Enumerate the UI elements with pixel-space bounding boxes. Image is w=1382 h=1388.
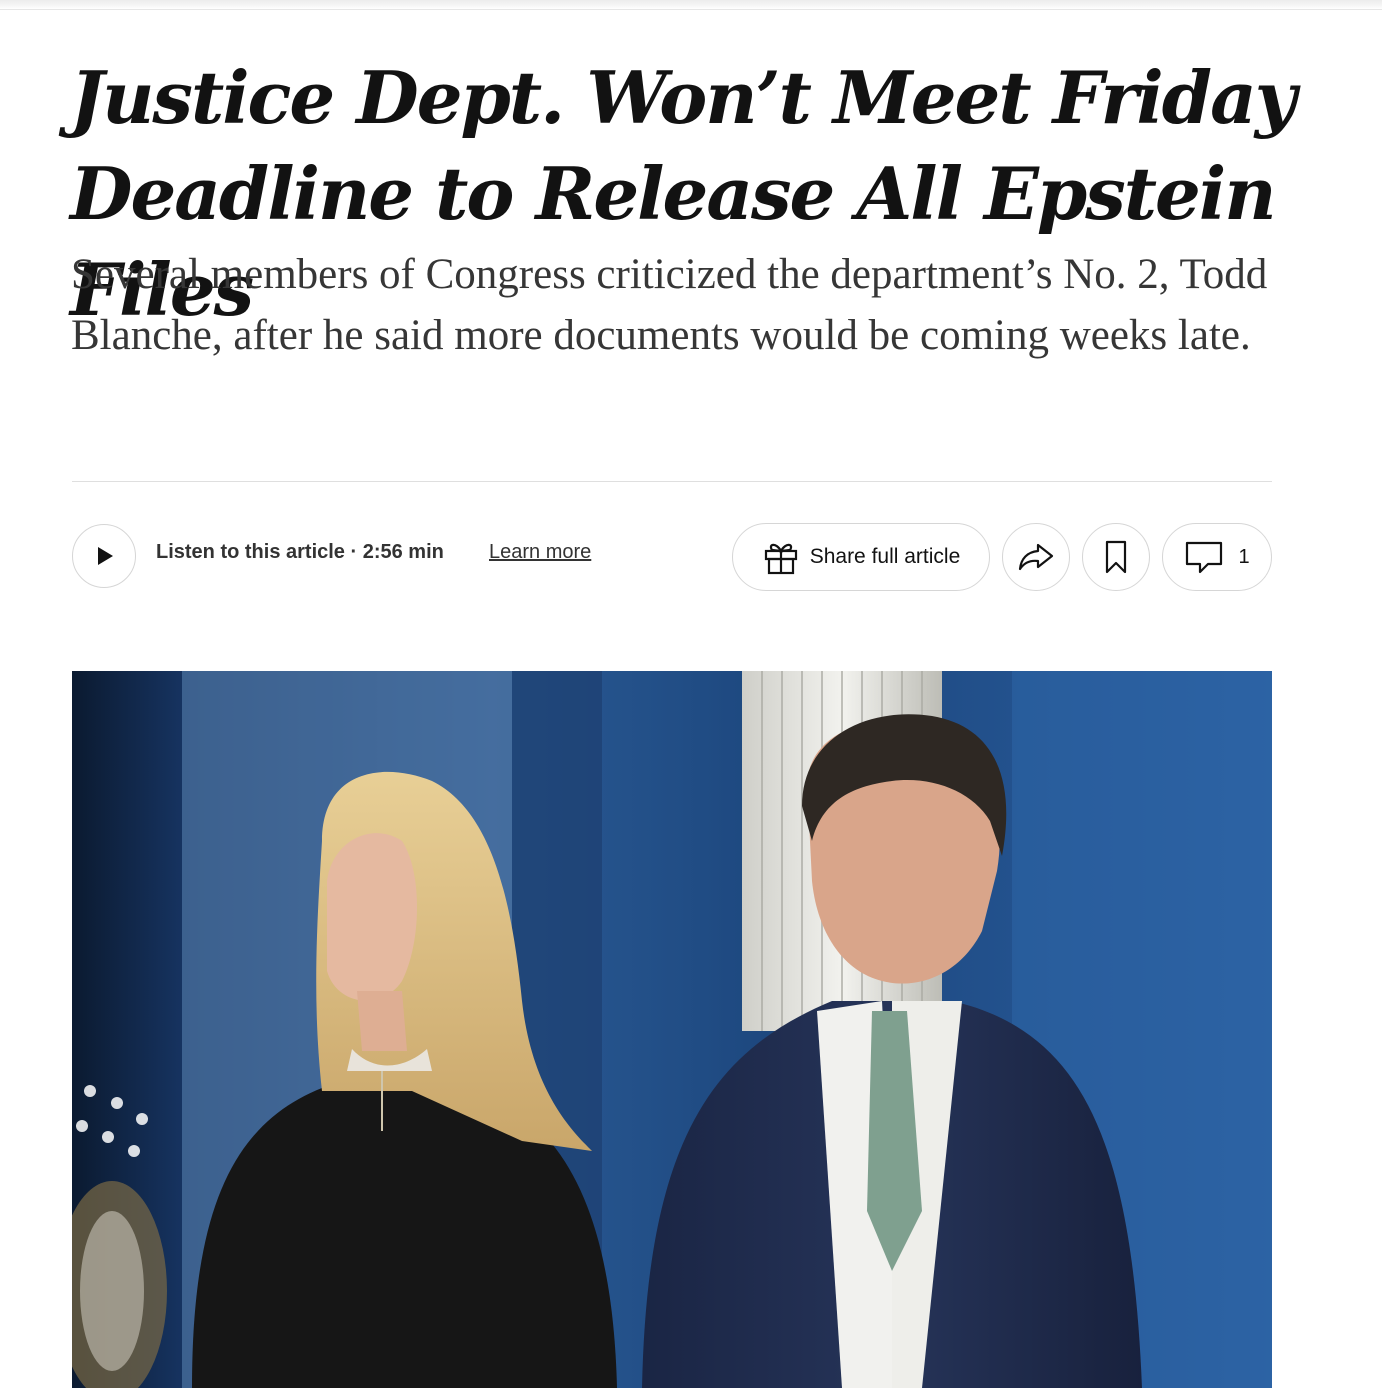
comment-icon	[1186, 541, 1223, 574]
save-button[interactable]	[1082, 523, 1150, 591]
learn-more-link[interactable]: Learn more	[489, 541, 591, 564]
share-arrow-icon	[1018, 543, 1054, 571]
listen-label: Listen to this article · 2:56 min	[156, 541, 444, 563]
article-summary: Several members of Congress criticized t…	[71, 251, 1268, 359]
comment-count: 1	[1238, 545, 1250, 568]
header-divider	[72, 481, 1272, 482]
play-icon	[98, 547, 113, 565]
share-full-article-label: Share full article	[809, 545, 961, 568]
listen-play-button[interactable]	[72, 524, 136, 588]
article-lead-photo	[72, 671, 1272, 1388]
share-full-article-button[interactable]: Share full article	[732, 523, 990, 591]
bookmark-icon	[1105, 540, 1127, 574]
share-button[interactable]	[1002, 523, 1070, 591]
browser-top-edge	[0, 0, 1382, 10]
comments-button[interactable]: 1	[1162, 523, 1272, 591]
gift-icon	[764, 543, 797, 575]
